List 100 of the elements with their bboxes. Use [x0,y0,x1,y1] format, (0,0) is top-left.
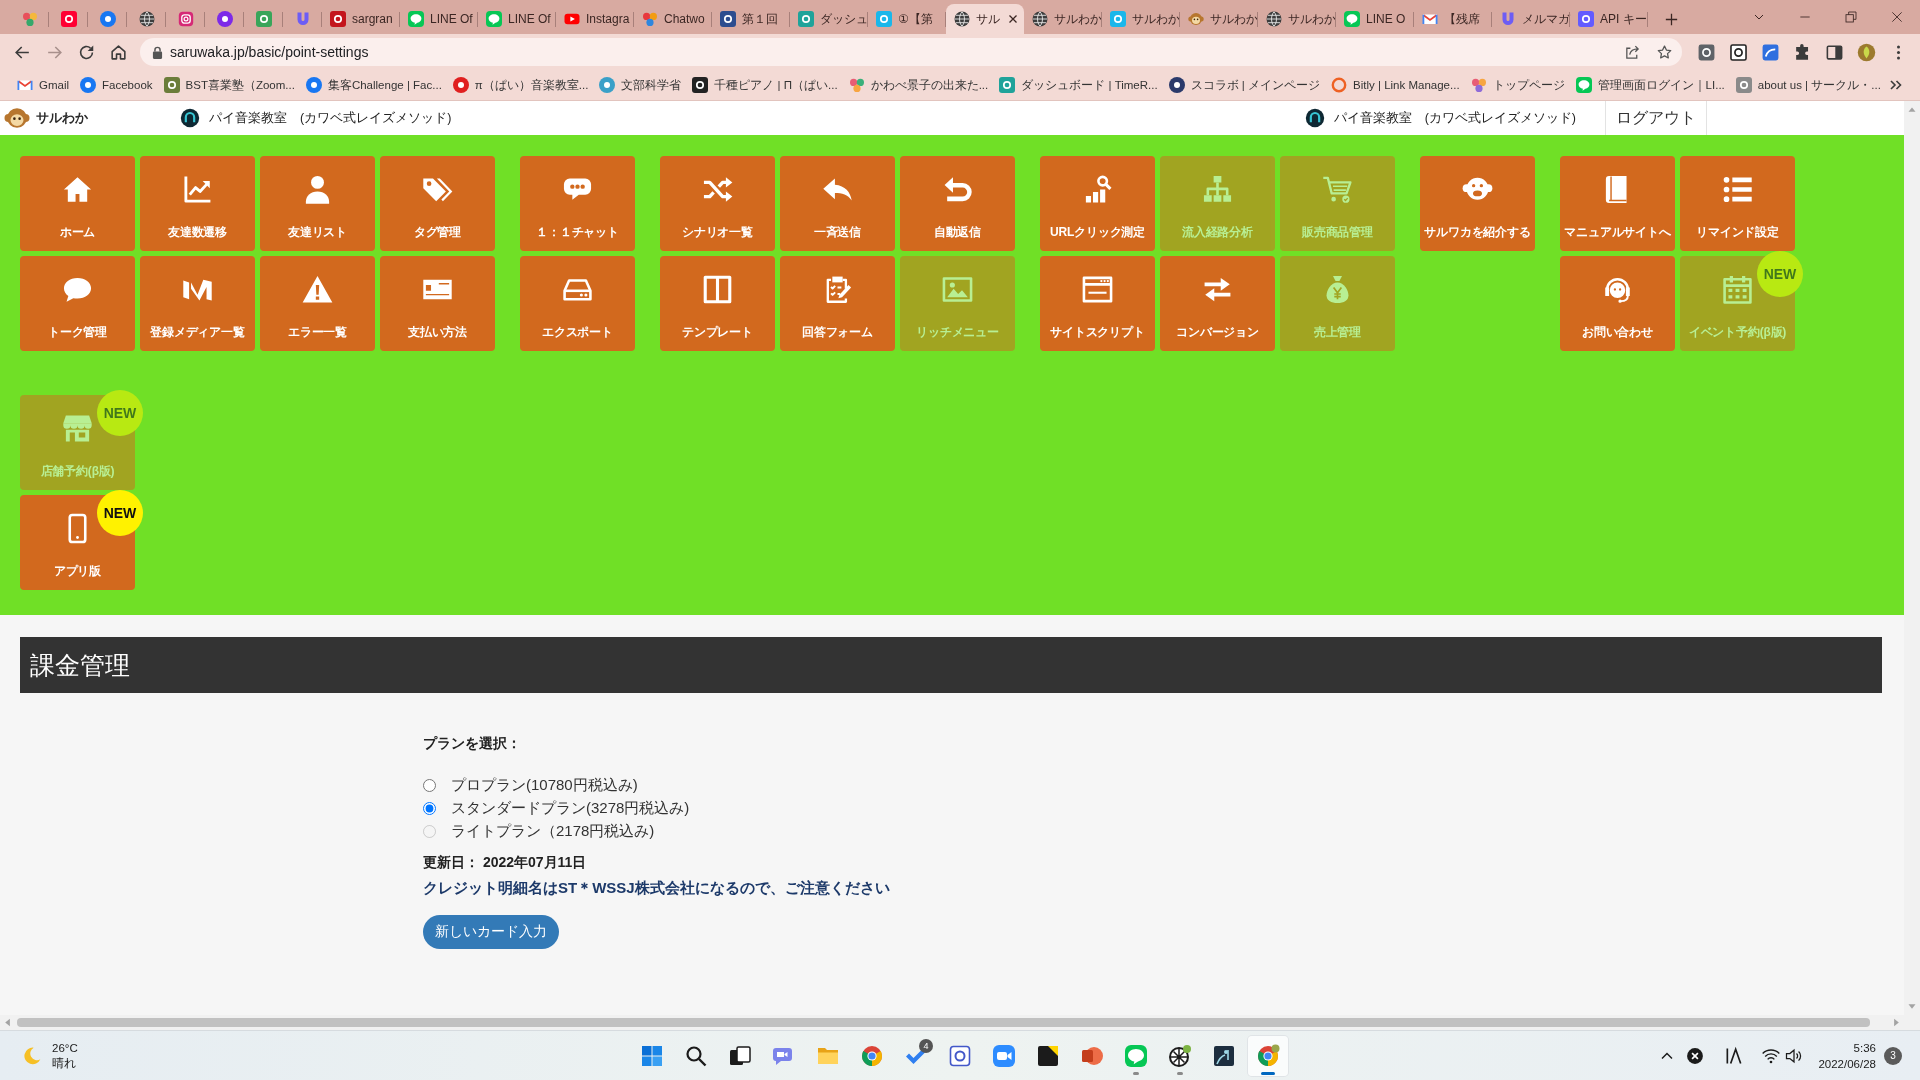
bookmark-item[interactable]: BST喜業塾（Zoom... [159,72,299,98]
browser-tab[interactable]: サルわか [1258,4,1336,34]
bookmark-item[interactable]: π（ぱい）音楽教室... [448,72,593,98]
browser-tab[interactable]: サルわか [1024,4,1102,34]
bookmark-item[interactable]: Gmail [13,72,74,98]
logo-tile-icon[interactable] [1760,42,1780,62]
logo-tile-icon[interactable] [1696,42,1716,62]
logo-tile-icon [1578,11,1594,27]
new-card-button[interactable]: 新しいカード入力 [423,915,559,949]
browser-tab[interactable]: ダッシュ [790,4,868,34]
chat-bubble-icon [408,11,424,27]
logo-tile-icon [999,77,1016,93]
logo-tile-icon[interactable] [1728,42,1748,62]
browser-tab[interactable]: メルマガ [1492,4,1570,34]
bookmark-item[interactable]: Bitly | Link Manage... [1327,72,1464,98]
side-panel-icon[interactable] [1824,42,1844,62]
menu-tile[interactable]: シナリオ一覧 [660,156,775,251]
bookmark-item[interactable]: ダッシュボード | TimeR... [995,72,1162,98]
bookmark-item[interactable]: about us | サークル・... [1731,72,1885,98]
notification-badge[interactable]: 3 [1884,1046,1902,1065]
clock-date[interactable]: 2022/06/28 [1818,1055,1876,1072]
restore-icon[interactable] [1843,9,1859,25]
logo-text: サルわか [36,109,88,127]
menu-tile[interactable]: 登録メディア一覧 [140,256,255,351]
note-icon [1036,1043,1060,1068]
logo-tile-icon [1212,1043,1236,1068]
browser-tab[interactable]: LINE Of [400,4,478,34]
ring-icon [1331,77,1348,93]
chat-bubble-icon [1344,11,1360,27]
plan-radio[interactable] [423,802,436,815]
indicator-dash-icon [1177,1071,1183,1075]
menu-tile[interactable]: 支払い方法 [380,256,495,351]
indicator-dash-icon [1133,1071,1139,1075]
menu-tile[interactable]: 一斉送信 [780,156,895,251]
video-camera-icon [992,1043,1016,1068]
browser-tab[interactable]: Instagra [556,4,634,34]
taskbar-button[interactable]: 4 [896,1035,936,1076]
browser-tab[interactable]: 【残席 [1414,4,1492,34]
search-icon [684,1043,708,1068]
star-icon[interactable] [1656,43,1673,61]
menu-tile[interactable]: リマインド設定 [1680,156,1795,251]
bookmark-item[interactable]: 集客Challenge | Fac... [301,72,446,98]
globe-icon [1266,11,1282,27]
menu-tile[interactable]: エラー一覧 [260,256,375,351]
home-icon[interactable] [108,42,128,62]
browser-tab[interactable]: サルわか [1102,4,1180,34]
browser-tab[interactable]: 第１回 [712,4,790,34]
menu-tile[interactable]: ホーム [20,156,135,251]
menu-tile[interactable]: コンバージョン [1160,256,1275,351]
menu-tile[interactable]: サルワカを紹介する [1420,156,1535,251]
menu-tile[interactable]: 友達リスト [260,156,375,251]
sitemap-icon [1202,174,1233,205]
circles-logo-icon [848,77,865,93]
chat-bubble-icon [1575,77,1592,93]
close-circle-icon[interactable] [1685,1045,1706,1066]
logo-circle-icon [599,77,616,93]
menu-tile[interactable]: マニュアルサイトへ [1560,156,1675,251]
menu-tile[interactable]: 回答フォーム [780,256,895,351]
menu-tile[interactable]: エクスポート [520,256,635,351]
circles-logo-icon [642,11,658,27]
menu-tile[interactable]: 自動返信 [900,156,1015,251]
bookmark-item[interactable]: トップページ [1466,72,1569,98]
line-chart-icon [182,174,213,205]
browser-tab[interactable]: サル [946,4,1024,34]
address-field[interactable]: saruwaka.jp/basic/point-settings [140,38,1682,66]
browser-tab[interactable]: ①【第 [868,4,946,34]
browser-icon [1256,1043,1280,1068]
scrollbar-thumb[interactable] [17,1018,1870,1027]
clock-time[interactable]: 5:36 [1853,1039,1876,1056]
avatar-icon[interactable] [1856,42,1876,62]
menu-tile[interactable]: お問い合わせ [1560,256,1675,351]
bookmark-item[interactable]: 千種ピアノ | Π（ぱい... [688,72,842,98]
bookmark-item[interactable]: スコラボ | メインページ [1164,72,1325,98]
menu-tile[interactable]: URLクリック測定 [1040,156,1155,251]
horizontal-scrollbar[interactable] [0,1015,1920,1030]
browser-tab[interactable]: サルわか [1180,4,1258,34]
browser-tab[interactable]: Chatwo [634,4,712,34]
close-icon[interactable] [1889,9,1905,25]
browser-tab[interactable]: LINE Of [478,4,556,34]
bookmark-item[interactable]: かわべ景子の出来た... [844,72,993,98]
browser-tab[interactable]: sargran [322,4,400,34]
browser-tab[interactable]: API キー [1570,4,1648,34]
bookmark-item[interactable]: 管理画面ログイン｜LI... [1571,72,1729,98]
share-icon[interactable] [1624,43,1641,61]
menu-tile[interactable]: NEW アプリ版 [20,490,143,590]
menu-tile[interactable]: テンプレート [660,256,775,351]
menu-tile[interactable]: １：１チャット [520,156,635,251]
lock-icon[interactable] [152,45,163,59]
new-badge: NEW [97,490,143,536]
browser-window-icon [1082,274,1113,305]
menu-tile[interactable]: 友達数遷移 [140,156,255,251]
logo-circle-icon [99,11,116,27]
plan-radio[interactable] [423,779,436,792]
list-icon [1722,174,1753,205]
bookmark-item[interactable]: 文部科学省 [595,72,686,98]
menu-tile[interactable]: サイトスクリプト [1040,256,1155,351]
browser-tab[interactable]: LINE O [1336,4,1414,34]
menu-tile[interactable]: トーク管理 [20,256,135,351]
bookmark-item[interactable]: Facebook [76,72,157,98]
menu-tile[interactable]: タグ管理 [380,156,495,251]
